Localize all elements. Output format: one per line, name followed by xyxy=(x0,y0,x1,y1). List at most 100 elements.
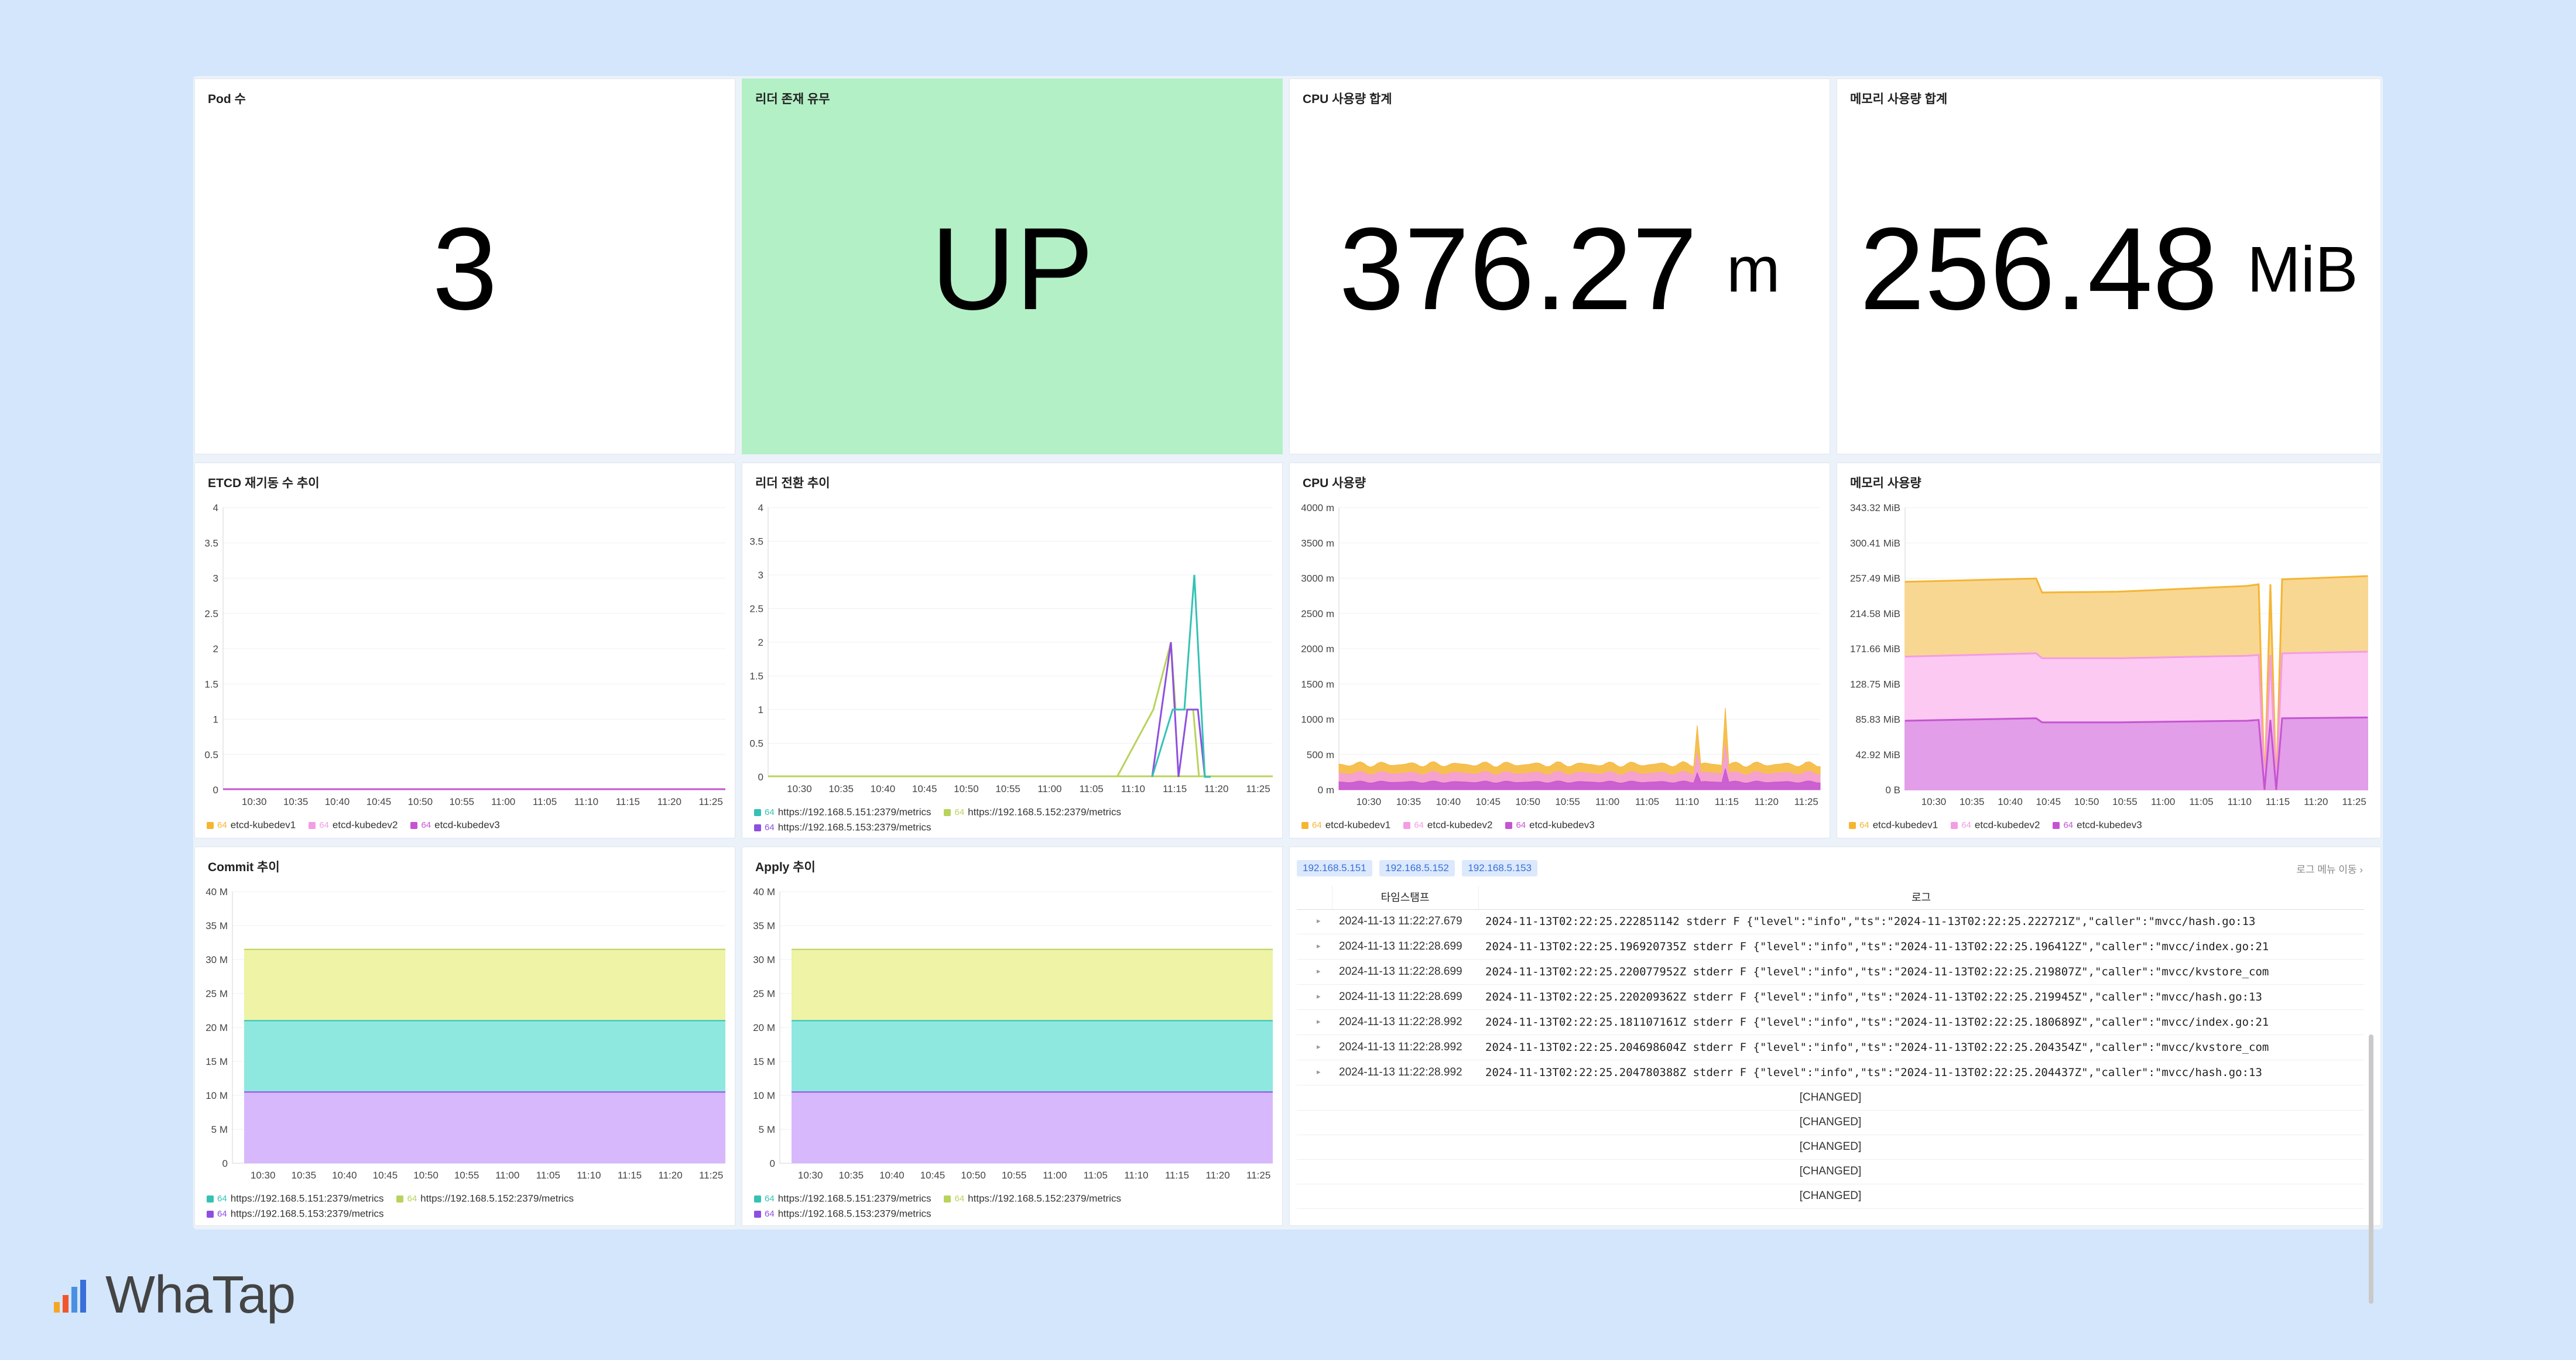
cpu-total-panel[interactable]: CPU 사용량 합계 376.27 m xyxy=(1289,78,1830,454)
leader-change-chart-panel[interactable]: 리더 전환 추이 4 3.5 3 2.5 2 1.5 1 0.5 0 10:30 10:35 10:4… xyxy=(742,463,1283,838)
ip-tab[interactable]: 192.168.5.153 xyxy=(1462,860,1538,876)
commit-chart-panel[interactable]: Commit 추이 40 M 35 M 30 M 25 M 20 M 15 M 10 M5 … xyxy=(194,847,735,1226)
log-row-changed[interactable]: [CHANGED] xyxy=(1297,1135,2364,1160)
changed-label: [CHANGED] xyxy=(1799,1140,1862,1153)
legend-label: etcd-kubedev3 xyxy=(1529,819,1595,831)
legend-item[interactable]: 64 https://192.168.5.152:2379/metrics xyxy=(944,806,1121,818)
log-row[interactable]: ▸ 2024-11-13 11:22:28.699 2024-11-13T02:22… xyxy=(1297,934,2364,960)
log-row[interactable]: ▸ 2024-11-13 11:22:28.699 2024-11-13T02:22… xyxy=(1297,960,2364,985)
etcd-restart-chart-panel[interactable]: ETCD 재기동 수 추이 4 3.5 3 2.5 2 1.5 1 0.5 0 10:30 10:3… xyxy=(194,463,735,838)
legend-item[interactable]: 64 https://192.168.5.152:2379/metrics xyxy=(396,1193,574,1205)
expand-icon[interactable]: ▸ xyxy=(1317,916,1321,926)
legend-swatch xyxy=(396,1195,404,1203)
x-tick-label: 10:50 xyxy=(961,1170,986,1181)
y-tick-label: 4 xyxy=(213,502,218,513)
expand-col-header xyxy=(1297,886,1332,909)
y-tick-label: 3 xyxy=(213,573,218,584)
cpu-usage-chart-panel[interactable]: CPU 사용량 4000 m 3500 m 3000 m 2500 m 2000 m 15… xyxy=(1289,463,1830,838)
log-message: 2024-11-13T02:22:25.196920735Z stderr F … xyxy=(1485,940,2269,953)
area-band xyxy=(244,1092,725,1163)
legend-item[interactable]: 64 https://192.168.5.153:2379/metrics xyxy=(207,1208,383,1220)
log-table-header: 타임스탬프 로그 xyxy=(1297,886,2364,910)
expand-icon[interactable]: ▸ xyxy=(1317,1042,1321,1051)
legend-item[interactable]: 64 etcd-kubedev3 xyxy=(410,819,500,831)
log-menu-link[interactable]: 로그 메뉴 이동 › xyxy=(2296,861,2363,876)
log-row-changed[interactable]: [CHANGED] xyxy=(1297,1110,2364,1135)
x-tick-label: 11:15 xyxy=(616,796,640,807)
x-tick-label: 11:05 xyxy=(1635,796,1659,807)
legend-item[interactable]: 64 etcd-kubedev3 xyxy=(2053,819,2142,831)
x-tick-label: 11:15 xyxy=(1715,796,1739,807)
log-row[interactable]: ▸ 2024-11-13 11:22:28.699 2024-11-13T02:22… xyxy=(1297,985,2364,1010)
x-tick-label: 11:25 xyxy=(1246,1170,1270,1181)
legend-item[interactable]: 64 etcd-kubedev1 xyxy=(207,819,296,831)
legend-label: https://192.168.5.151:2379/metrics xyxy=(777,806,931,818)
legend-swatch xyxy=(1505,821,1513,829)
legend-count: 64 xyxy=(765,1209,775,1219)
log-row-changed[interactable]: [CHANGED] xyxy=(1297,1085,2364,1111)
expand-icon[interactable]: ▸ xyxy=(1317,992,1321,1001)
expand-icon[interactable]: ▸ xyxy=(1317,1067,1321,1077)
y-tick-label: 1 xyxy=(758,704,763,715)
chart-legend: 64 https://192.168.5.151:2379/metrics 64 ht… xyxy=(207,1193,587,1205)
legend-item[interactable]: 64 etcd-kubedev1 xyxy=(1849,819,1938,831)
legend-item[interactable]: 64 https://192.168.5.151:2379/metrics xyxy=(754,806,931,818)
changed-label: [CHANGED] xyxy=(1799,1190,1862,1202)
legend-item[interactable]: 64 etcd-kubedev2 xyxy=(1951,819,2040,831)
legend-label: etcd-kubedev3 xyxy=(2077,819,2142,831)
legend-item[interactable]: 64 https://192.168.5.151:2379/metrics xyxy=(207,1193,383,1205)
expand-icon[interactable]: ▸ xyxy=(1317,1017,1321,1026)
ip-tab[interactable]: 192.168.5.151 xyxy=(1297,860,1372,876)
timestamp-col-header[interactable]: 타임스탬프 xyxy=(1332,886,1479,909)
x-tick-label: 11:00 xyxy=(1037,783,1061,794)
y-tick-label: 500 m xyxy=(1307,749,1334,760)
pod-count-panel[interactable]: Pod 수 3 xyxy=(194,78,735,454)
expand-icon[interactable]: ▸ xyxy=(1317,941,1321,951)
x-tick-label: 11:10 xyxy=(1124,1170,1148,1181)
y-tick-label: 2000 m xyxy=(1301,643,1334,655)
scrollbar[interactable] xyxy=(2369,1034,2373,1304)
x-tick-label: 11:00 xyxy=(2151,796,2175,807)
legend-item[interactable]: 64 etcd-kubedev1 xyxy=(1301,819,1390,831)
x-tick-label: 10:55 xyxy=(449,796,474,807)
expand-icon[interactable]: ▸ xyxy=(1317,967,1321,976)
log-col-header[interactable]: 로그 xyxy=(1478,886,2364,909)
legend-label: https://192.168.5.153:2379/metrics xyxy=(777,821,931,833)
legend-label: etcd-kubedev2 xyxy=(1974,819,2040,831)
log-timestamp: 2024-11-13 11:22:28.699 xyxy=(1339,991,1462,1003)
x-tick-label: 11:20 xyxy=(1204,783,1228,794)
memory-usage-chart-panel[interactable]: 메모리 사용량 343.32 MiB 300.41 MiB 257.49 MiB 21… xyxy=(1837,463,2381,838)
y-tick-label: 1.5 xyxy=(749,671,763,682)
x-tick-label: 11:05 xyxy=(533,796,557,807)
log-row-changed[interactable]: [CHANGED] xyxy=(1297,1184,2364,1209)
y-tick-label: 3.5 xyxy=(749,536,763,547)
legend-item[interactable]: 64 https://192.168.5.151:2379/metrics xyxy=(754,1193,931,1205)
legend-swatch xyxy=(754,1195,761,1203)
legend-count: 64 xyxy=(217,820,227,831)
legend-item[interactable]: 64 etcd-kubedev2 xyxy=(309,819,398,831)
legend-item[interactable]: 64 https://192.168.5.153:2379/metrics xyxy=(754,821,931,834)
log-row-changed[interactable]: [CHANGED] xyxy=(1297,1159,2364,1184)
legend-item[interactable]: 64 etcd-kubedev2 xyxy=(1403,819,1492,831)
y-tick-label: 42.92 MiB xyxy=(1855,749,1900,760)
x-tick-label: 10:40 xyxy=(332,1170,357,1181)
log-row[interactable]: ▸ 2024-11-13 11:22:28.992 2024-11-13T02:22… xyxy=(1297,1010,2364,1035)
legend-swatch xyxy=(1849,821,1856,829)
log-row[interactable]: ▸ 2024-11-13 11:22:28.992 2024-11-13T02:22… xyxy=(1297,1035,2364,1060)
ip-tab[interactable]: 192.168.5.152 xyxy=(1379,860,1455,876)
y-tick-label: 4000 m xyxy=(1301,502,1334,513)
log-row[interactable]: ▸ 2024-11-13 11:22:28.992 2024-11-13T02:22… xyxy=(1297,1060,2364,1085)
legend-item[interactable]: 64 https://192.168.5.152:2379/metrics xyxy=(944,1193,1121,1205)
log-panel[interactable]: 192.168.5.151 192.168.5.152 192.168.5.15… xyxy=(1289,847,2381,1304)
x-tick-label: 10:50 xyxy=(413,1170,439,1181)
apply-chart-panel[interactable]: Apply 추이 40 M 35 M 30 M 25 M 20 M 15 M 10 M5 M… xyxy=(742,847,1283,1226)
y-tick-label: 40 M xyxy=(753,886,775,897)
y-tick-label: 0.5 xyxy=(749,738,763,749)
memory-total-panel[interactable]: 메모리 사용량 합계 256.48 MiB xyxy=(1837,78,2381,454)
log-row[interactable]: ▸ 2024-11-13 11:22:27.679 2024-11-13T02:22… xyxy=(1297,909,2364,934)
leader-status-panel[interactable]: 리더 존재 유무 UP xyxy=(742,78,1283,454)
cpu-total-value: 376.27 m xyxy=(1339,204,1780,334)
legend-count: 64 xyxy=(765,823,775,833)
legend-item[interactable]: 64 https://192.168.5.153:2379/metrics xyxy=(754,1208,931,1220)
legend-item[interactable]: 64 etcd-kubedev3 xyxy=(1505,819,1595,831)
